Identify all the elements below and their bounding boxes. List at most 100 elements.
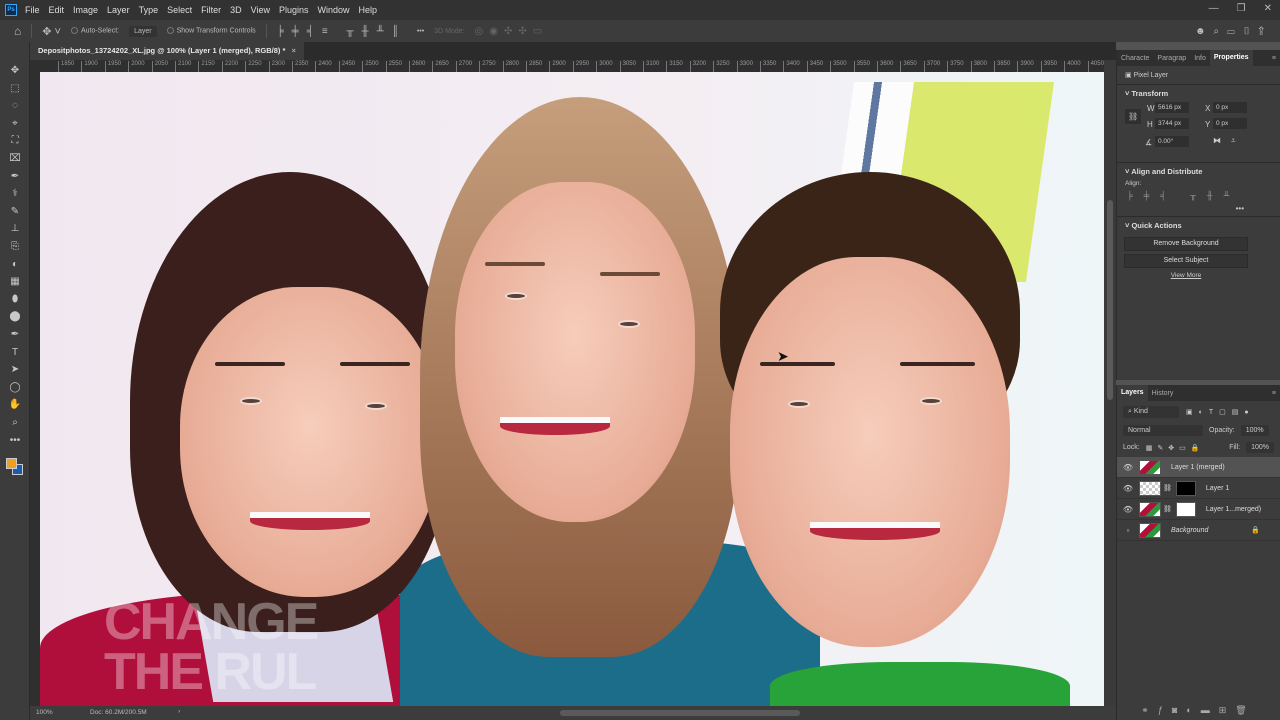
align-title[interactable]: ˅ Align and Distribute [1117, 162, 1280, 180]
layer-row[interactable]: 👁 ⛓ Layer 1 [1117, 478, 1280, 499]
more-options-button[interactable]: ••• [417, 28, 424, 35]
panel-menu-icon[interactable]: ≡ [1268, 390, 1280, 397]
minimize-button[interactable]: — [1209, 3, 1219, 14]
layer-actions-bar[interactable]: ⚭ƒ◙◐▬⊞🗑 [1117, 705, 1280, 716]
blend-mode-dropdown[interactable]: Normal [1123, 425, 1203, 436]
ruler-tick: 3000 [596, 61, 613, 72]
menu-edit[interactable]: Edit [49, 5, 65, 15]
crop-tool-icon[interactable]: ⛶ [8, 134, 22, 148]
frame-tool-icon[interactable]: ⌧ [8, 152, 22, 166]
y-field[interactable]: 0 px [1213, 118, 1247, 129]
more-tool-icon[interactable]: ••• [8, 434, 22, 448]
transform-title[interactable]: ˅ Transform [1117, 85, 1280, 102]
vertical-scrollbar[interactable] [1104, 60, 1116, 706]
menu-image[interactable]: Image [73, 5, 98, 15]
remove-background-button[interactable]: Remove Background [1124, 237, 1248, 251]
zoom-level[interactable]: 100% [36, 709, 53, 716]
height-field[interactable]: 3744 px [1155, 118, 1189, 129]
width-field[interactable]: 5616 px [1155, 102, 1189, 113]
marquee-tool-icon[interactable]: ⬚ [8, 82, 22, 96]
view-more-link[interactable]: View More [1124, 272, 1248, 279]
menu-layer[interactable]: Layer [107, 5, 130, 15]
tab-character[interactable]: Characte [1117, 55, 1153, 62]
dodge-tool-icon[interactable]: ⬤ [8, 310, 22, 324]
menu-select[interactable]: Select [167, 5, 192, 15]
scroll-thumb[interactable] [1107, 200, 1113, 400]
menu-view[interactable]: View [251, 5, 270, 15]
history-brush-tool-icon[interactable]: ⎘ [8, 240, 22, 254]
align-more-button[interactable]: ••• [1117, 204, 1280, 213]
menu-help[interactable]: Help [359, 5, 378, 15]
eraser-tool-icon[interactable]: ◐ [8, 258, 22, 272]
shape-tool-icon[interactable]: ◯ [8, 381, 22, 395]
eye [240, 397, 262, 405]
layer-row[interactable]: 👁 ⛓ Layer 1...merged) [1117, 499, 1280, 520]
home-icon[interactable]: ⌂ [14, 24, 21, 38]
opacity-field[interactable]: 100% [1240, 425, 1269, 436]
color-swatches[interactable] [6, 458, 24, 476]
eye-icon[interactable]: 👁 [1121, 463, 1135, 472]
x-field[interactable]: 0 px [1213, 102, 1247, 113]
path-select-tool-icon[interactable]: ➤ [8, 363, 22, 377]
document-tab[interactable]: Depositphotos_13724202_XL.jpg @ 100% (La… [30, 42, 304, 60]
lock-icons[interactable]: ▦✎✥▭🔒 [1146, 444, 1205, 452]
hand-tool-icon[interactable]: ✋ [8, 398, 22, 412]
status-menu-arrow[interactable]: › [178, 708, 180, 715]
auto-select-checkbox[interactable]: Auto-Select: [70, 27, 119, 35]
stamp-tool-icon[interactable]: ⊥ [8, 222, 22, 236]
maximize-button[interactable]: ❐ [1237, 3, 1246, 14]
quick-select-tool-icon[interactable]: ⌖ [8, 117, 22, 131]
search-share-icons[interactable]: ☻⌕▭▯⇪ [1195, 26, 1272, 37]
horizontal-scrollbar[interactable] [560, 710, 800, 716]
layer-mask-thumbnail[interactable] [1175, 501, 1196, 517]
tab-paragraph[interactable]: Paragrap [1153, 55, 1190, 62]
align-buttons[interactable]: ╞╪╡ ╥╫╨ [1117, 187, 1280, 204]
kind-filter-dropdown[interactable]: ⌕ Kind [1123, 406, 1179, 418]
lasso-tool-icon[interactable]: ◌ [8, 99, 22, 113]
eye-icon[interactable]: 👁 [1121, 484, 1135, 493]
auto-select-dropdown[interactable]: Layer [129, 25, 157, 37]
chain-icon[interactable]: ⛓ [1163, 484, 1172, 492]
show-transform-checkbox[interactable]: Show Transform Controls [166, 27, 256, 35]
tab-info[interactable]: Info [1190, 55, 1210, 62]
eye-icon[interactable]: 👁 [1121, 505, 1135, 514]
quick-actions-title[interactable]: ˅ Quick Actions [1117, 216, 1280, 234]
visibility-off-box[interactable]: ▫ [1121, 526, 1135, 535]
blur-tool-icon[interactable]: ⬮ [8, 293, 22, 307]
chain-icon[interactable]: ⛓ [1163, 505, 1172, 513]
brow [340, 362, 410, 366]
healing-tool-icon[interactable]: ⚕ [8, 187, 22, 201]
tab-history[interactable]: History [1148, 390, 1178, 397]
menu-filter[interactable]: Filter [201, 5, 221, 15]
image-canvas[interactable]: CHANGE THE RUL ➤ [40, 72, 1104, 706]
gradient-tool-icon[interactable]: ▦ [8, 275, 22, 289]
fill-field[interactable]: 100% [1246, 442, 1274, 453]
angle-field[interactable]: 0.00° [1155, 136, 1189, 147]
panel-menu-icon[interactable]: ≡ [1268, 55, 1280, 62]
h-label: H [1147, 120, 1153, 129]
align-icons[interactable]: ╞╪╡≡ ╥╫╨║ [277, 26, 407, 37]
menu-window[interactable]: Window [318, 5, 350, 15]
select-subject-button[interactable]: Select Subject [1124, 254, 1248, 268]
type-tool-icon[interactable]: T [8, 346, 22, 360]
tab-properties[interactable]: Properties [1209, 50, 1253, 66]
flip-icons[interactable]: ⧓⩡ [1213, 136, 1246, 146]
move-tool-icon[interactable]: ✥ [8, 64, 22, 78]
pen-tool-icon[interactable]: ✒ [8, 328, 22, 342]
eyedropper-tool-icon[interactable]: ✒ [8, 170, 22, 184]
zoom-tool-icon[interactable]: ⌕ [8, 416, 22, 430]
link-icon[interactable]: ⛓ [1125, 109, 1142, 124]
tab-layers[interactable]: Layers [1117, 385, 1148, 401]
layer-row[interactable]: 👁 Layer 1 (merged) [1117, 457, 1280, 478]
layer-row[interactable]: ▫ Background 🔒 [1117, 520, 1280, 541]
menu-type[interactable]: Type [139, 5, 159, 15]
filter-icons[interactable]: ▣◐T▢▤● [1186, 408, 1255, 416]
menu-3d[interactable]: 3D [230, 5, 242, 15]
close-tab-icon[interactable]: × [292, 46, 296, 55]
layer-mask-thumbnail[interactable] [1175, 480, 1196, 496]
menu-plugins[interactable]: Plugins [279, 5, 309, 15]
move-tool-icon[interactable]: ✥ ˅ [42, 25, 61, 38]
brush-tool-icon[interactable]: ✎ [8, 205, 22, 219]
close-window-button[interactable]: ✕ [1264, 3, 1272, 14]
menu-file[interactable]: File [25, 5, 40, 15]
